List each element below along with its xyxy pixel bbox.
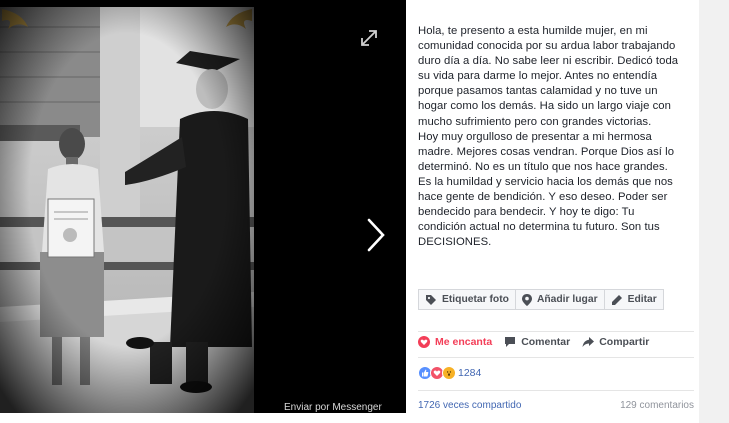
reaction-count: 1284 bbox=[458, 367, 482, 379]
comment-button[interactable]: Comentar bbox=[504, 336, 570, 348]
love-reaction-button[interactable]: Me encanta bbox=[418, 336, 492, 348]
add-location-button[interactable]: Añadir lugar bbox=[515, 289, 605, 310]
reactions-summary[interactable]: 1284 bbox=[418, 366, 481, 380]
caption-line: Es la humildad y servicio hacia los demá… bbox=[418, 175, 673, 188]
reaction-icons bbox=[418, 366, 456, 380]
comments-count-link[interactable]: 129 comentarios bbox=[620, 400, 694, 411]
tag-photo-label: Etiquetar foto bbox=[442, 294, 509, 305]
heart-icon bbox=[418, 336, 430, 348]
caption-line: mucho sufrimiento pero con grandes victo… bbox=[418, 115, 652, 128]
caption-line: madre. Mejores cosas vendran. Porque Dio… bbox=[418, 145, 675, 158]
chevron-right-icon[interactable] bbox=[362, 215, 390, 255]
post-actions: Me encanta Comentar Compartir bbox=[418, 336, 661, 348]
photo-viewer: Enviar por Messenger bbox=[0, 0, 406, 413]
edit-label: Editar bbox=[627, 294, 657, 305]
post-sidebar: Hola, te presento a esta humilde mujer, … bbox=[406, 0, 729, 423]
caption-line: condición actual no determina tu futuro.… bbox=[418, 221, 660, 234]
caption-line: Hoy muy orgulloso de presentar a mi herm… bbox=[418, 130, 652, 143]
caption-line: hogar como los demás. Ha sido un largo v… bbox=[418, 100, 671, 113]
post-stats: 1726 veces compartido 129 comentarios bbox=[418, 400, 694, 411]
tag-icon bbox=[426, 294, 436, 305]
edit-button[interactable]: Editar bbox=[604, 289, 664, 310]
caption-line: duro día a día. No sabe leer ni escribir… bbox=[418, 55, 679, 68]
caption-line: porque pasamos tantas calamidad y no tuv… bbox=[418, 85, 658, 98]
viewer-background bbox=[254, 0, 406, 413]
photo-actions: Etiquetar foto Añadir lugar Editar bbox=[418, 289, 664, 310]
love-label: Me encanta bbox=[435, 336, 493, 348]
location-pin-icon bbox=[521, 293, 532, 306]
add-location-label: Añadir lugar bbox=[536, 294, 598, 305]
caption-line: bendecido para bendecir. Y hoy te digo: … bbox=[418, 206, 635, 219]
send-messenger-link[interactable]: Enviar por Messenger bbox=[284, 402, 382, 413]
caption-line: hace gente de bendición. Y eso deseo. Po… bbox=[418, 191, 668, 204]
caption-line: DECISIONES. bbox=[418, 236, 492, 249]
divider bbox=[418, 390, 694, 391]
graduation-photo[interactable] bbox=[0, 7, 254, 413]
wow-reaction-icon bbox=[442, 366, 456, 380]
caption-line: Hola, te presento a esta humilde mujer, … bbox=[418, 25, 648, 37]
caption-line: su vida para darme lo mejor. Antes no en… bbox=[418, 70, 658, 83]
tag-photo-button[interactable]: Etiquetar foto bbox=[418, 289, 516, 310]
caption-line: comunidad conocida por su ardua labor tr… bbox=[418, 40, 676, 53]
comment-label: Comentar bbox=[521, 336, 571, 348]
pencil-icon bbox=[611, 294, 622, 305]
share-icon bbox=[582, 337, 595, 347]
divider bbox=[418, 357, 694, 358]
divider bbox=[418, 331, 694, 332]
post-caption: Hola, te presento a esta humilde mujer, … bbox=[418, 24, 698, 250]
expand-icon[interactable] bbox=[358, 27, 380, 49]
share-button[interactable]: Compartir bbox=[582, 336, 649, 348]
page-background bbox=[699, 0, 729, 423]
share-label: Compartir bbox=[599, 336, 650, 348]
comment-icon bbox=[505, 337, 516, 347]
caption-line: determinó. No es un título que nos hace … bbox=[418, 160, 668, 173]
shares-count-link[interactable]: 1726 veces compartido bbox=[418, 400, 521, 411]
